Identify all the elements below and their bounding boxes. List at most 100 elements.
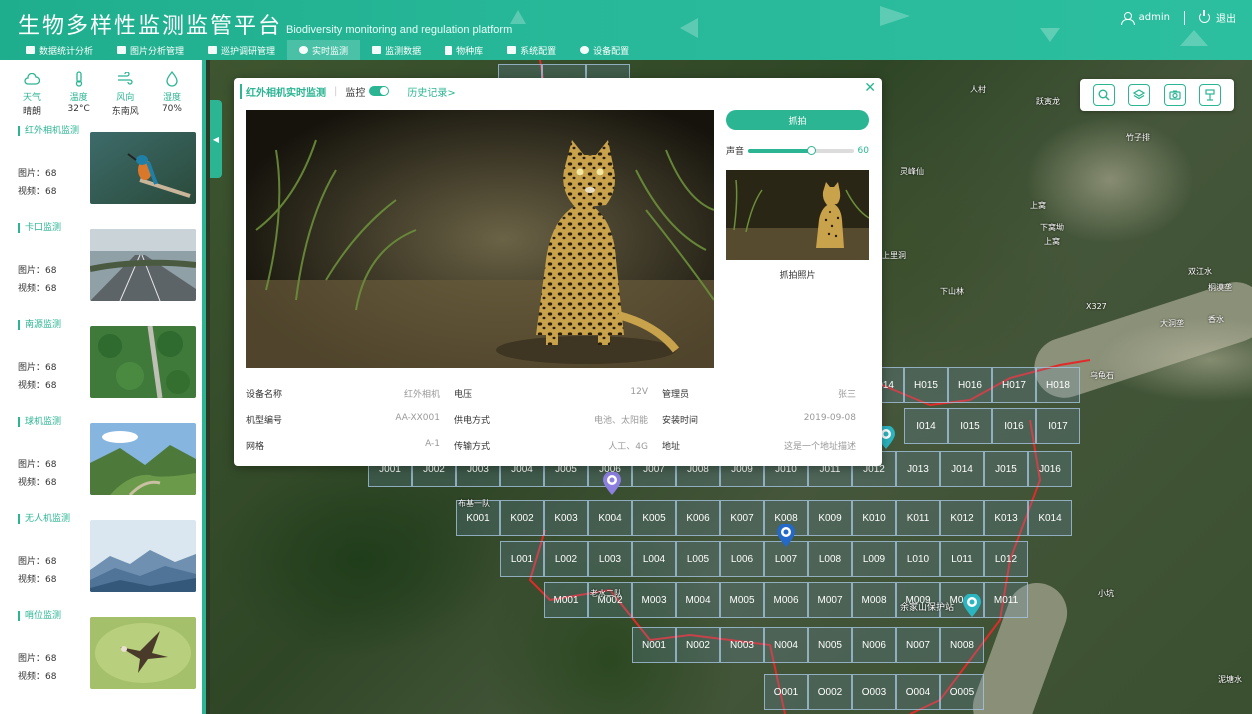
grid-cell[interactable]: K006 xyxy=(676,500,720,536)
grid-cell[interactable]: K009 xyxy=(808,500,852,536)
grid-cell[interactable]: M001 xyxy=(544,582,588,618)
grid-cell[interactable]: J013 xyxy=(896,451,940,487)
grid-cell[interactable]: L006 xyxy=(720,541,764,577)
grid-cell[interactable]: I014 xyxy=(904,408,948,444)
monitor-card[interactable]: 南源监测 图片：68 视频：68 xyxy=(12,316,202,413)
grid-cell[interactable]: K003 xyxy=(544,500,588,536)
grid-cell[interactable]: J014 xyxy=(940,451,984,487)
username[interactable]: admin xyxy=(1139,12,1170,23)
monitor-thumbnail[interactable] xyxy=(90,132,196,204)
grid-cell[interactable]: M004 xyxy=(676,582,720,618)
grid-cell[interactable]: N005 xyxy=(808,627,852,663)
grid-cell[interactable]: L008 xyxy=(808,541,852,577)
monitor-title[interactable]: 无人机监测 xyxy=(18,514,70,524)
snapshot-image[interactable] xyxy=(726,170,869,260)
grid-cell[interactable]: N004 xyxy=(764,627,808,663)
nav-item-species[interactable]: 物种库 xyxy=(433,40,495,60)
grid-cell[interactable]: L010 xyxy=(896,541,940,577)
capture-button[interactable]: 抓拍 xyxy=(726,110,869,130)
grid-cell[interactable]: K014 xyxy=(1028,500,1072,536)
grid-cell[interactable]: M011 xyxy=(984,582,1028,618)
grid-cell[interactable]: O002 xyxy=(808,674,852,710)
grid-cell[interactable]: H018 xyxy=(1036,367,1080,403)
grid-cell[interactable]: M005 xyxy=(720,582,764,618)
monitor-card[interactable]: 卡口监测 图片：68 视频：68 xyxy=(12,219,202,316)
grid-cell[interactable]: L001 xyxy=(500,541,544,577)
history-link[interactable]: 历史记录> xyxy=(407,84,455,99)
grid-cell[interactable]: K002 xyxy=(500,500,544,536)
grid-cell[interactable]: L004 xyxy=(632,541,676,577)
volume-handle[interactable] xyxy=(807,145,817,155)
monitor-title[interactable]: 南源监测 xyxy=(18,320,61,330)
grid-cell[interactable]: J016 xyxy=(1028,451,1072,487)
grid-cell[interactable]: L002 xyxy=(544,541,588,577)
monitor-thumbnail[interactable] xyxy=(90,617,196,689)
grid-cell[interactable]: K012 xyxy=(940,500,984,536)
monitor-card[interactable]: 无人机监测 图片：68 视频：68 xyxy=(12,510,202,607)
grid-cell[interactable]: L009 xyxy=(852,541,896,577)
grid-cell[interactable]: O004 xyxy=(896,674,940,710)
volume-slider[interactable] xyxy=(748,145,854,155)
monitor-title[interactable]: 卡口监测 xyxy=(18,223,61,233)
grid-cell[interactable]: N007 xyxy=(896,627,940,663)
grid-cell[interactable]: K005 xyxy=(632,500,676,536)
grid-cell[interactable]: N003 xyxy=(720,627,764,663)
grid-cell[interactable]: N002 xyxy=(676,627,720,663)
nav-item-images[interactable]: 图片分析管理 xyxy=(105,40,196,60)
grid-cell[interactable]: L005 xyxy=(676,541,720,577)
nav-item-data[interactable]: 监测数据 xyxy=(360,40,433,60)
grid-cell[interactable]: H017 xyxy=(992,367,1036,403)
grid-cell[interactable]: L011 xyxy=(940,541,984,577)
grid-cell[interactable]: N001 xyxy=(632,627,676,663)
grid-cell[interactable]: I017 xyxy=(1036,408,1080,444)
monitor-title[interactable]: 哨位监测 xyxy=(18,611,61,621)
grid-cell[interactable]: I016 xyxy=(992,408,1036,444)
grid-cell[interactable]: M007 xyxy=(808,582,852,618)
monitor-card[interactable]: 哨位监测 图片：68 视频：68 xyxy=(12,607,202,704)
power-icon[interactable] xyxy=(1199,10,1210,23)
monitor-title[interactable]: 红外相机监测 xyxy=(18,126,79,136)
monitor-thumbnail[interactable] xyxy=(90,326,196,398)
monitor-title[interactable]: 球机监测 xyxy=(18,417,61,427)
layers-icon[interactable] xyxy=(1128,84,1151,106)
grid-cell[interactable]: K013 xyxy=(984,500,1028,536)
grid-cell[interactable]: H016 xyxy=(948,367,992,403)
search-icon[interactable] xyxy=(1092,84,1115,106)
grid-cell[interactable]: O001 xyxy=(764,674,808,710)
nav-item-patrol[interactable]: 巡护调研管理 xyxy=(196,40,287,60)
grid-cell[interactable]: K011 xyxy=(896,500,940,536)
monitor-card[interactable]: 球机监测 图片：68 视频：68 xyxy=(12,413,202,510)
grid-cell[interactable]: L003 xyxy=(588,541,632,577)
nav-item-system[interactable]: 系统配置 xyxy=(495,40,568,60)
grid-cell[interactable]: J015 xyxy=(984,451,1028,487)
tower-icon[interactable] xyxy=(1199,84,1222,106)
bird-marker-icon[interactable] xyxy=(776,524,796,548)
monitor-card[interactable]: 红外相机监测 图片：68 视频：68 xyxy=(12,122,202,219)
grid-cell[interactable]: N006 xyxy=(852,627,896,663)
camera-icon[interactable] xyxy=(1163,84,1186,106)
grid-cell[interactable]: I015 xyxy=(948,408,992,444)
grid-cell[interactable]: O005 xyxy=(940,674,984,710)
monitor-thumbnail[interactable] xyxy=(90,520,196,592)
grid-cell[interactable]: M008 xyxy=(852,582,896,618)
nav-item-device[interactable]: 设备配置 xyxy=(568,40,641,60)
nav-item-stats[interactable]: 数据统计分析 xyxy=(14,40,105,60)
camera-marker-icon[interactable] xyxy=(602,472,622,496)
grid-cell[interactable]: K004 xyxy=(588,500,632,536)
logout-button[interactable]: 退出 xyxy=(1216,10,1236,25)
grid-cell[interactable]: K010 xyxy=(852,500,896,536)
monitor-thumbnail[interactable] xyxy=(90,423,196,495)
close-icon[interactable]: ✕ xyxy=(864,80,876,96)
grid-cell[interactable]: K007 xyxy=(720,500,764,536)
nav-item-realtime[interactable]: 实时监测 xyxy=(287,40,361,60)
station-marker-icon[interactable] xyxy=(962,594,982,618)
monitor-thumbnail[interactable] xyxy=(90,229,196,301)
grid-cell[interactable]: H015 xyxy=(904,367,948,403)
grid-cell[interactable]: N008 xyxy=(940,627,984,663)
grid-cell[interactable]: M003 xyxy=(632,582,676,618)
live-video-feed[interactable] xyxy=(246,110,714,368)
monitor-toggle[interactable] xyxy=(369,86,390,96)
grid-cell[interactable]: M006 xyxy=(764,582,808,618)
collapse-sidebar-button[interactable]: ◀ xyxy=(210,100,222,178)
grid-cell[interactable]: O003 xyxy=(852,674,896,710)
